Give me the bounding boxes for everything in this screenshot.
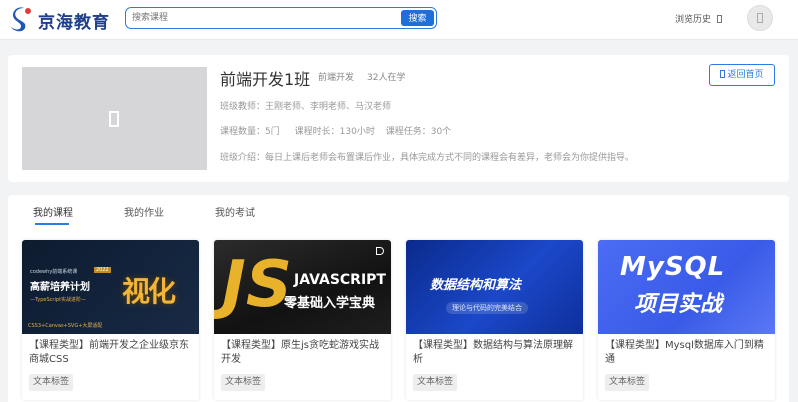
course-card[interactable]: codewhy前端系统课 2022 高薪培养计划 —TypeScript实战进阶… xyxy=(22,240,199,400)
thumb-text: codewhy前端系统课 xyxy=(30,269,78,275)
teachers-line: 班级教师：王刚老师、李明老师、马汉老师 xyxy=(220,99,391,112)
thumb-title: 零基础入学宝典 xyxy=(284,296,376,311)
class-info-card: 前端开发1班 前端开发 32人在学 班级教师：王刚老师、李明老师、马汉老师 课程… xyxy=(8,55,789,182)
course-thumbnail: JS JAVASCRIPT 零基础入学宝典 xyxy=(214,240,391,334)
search-input[interactable] xyxy=(132,10,392,26)
teachers-label: 班级教师： xyxy=(220,102,266,112)
course-card[interactable]: MySQL 项目实战 【课程类型】Mysql数据库入门到精通 文本标签 xyxy=(598,240,775,400)
thumb-subtitle: 项目实战 xyxy=(634,292,723,317)
course-card[interactable]: JS JAVASCRIPT 零基础入学宝典 【课程类型】原生js贪吃蛇游戏实战开… xyxy=(214,240,391,400)
thumb-footer: CSS3+Canvas+SVG+大屏适配 xyxy=(28,323,103,329)
top-header: 京海教育 搜索 浏览历史 xyxy=(0,0,798,40)
thumb-title: 数据结构和算法 xyxy=(430,278,522,293)
logo[interactable]: 京海教育 xyxy=(8,5,110,35)
thumb-big-text: 视化 xyxy=(122,275,176,308)
tasks-label: 课程任务： xyxy=(385,127,431,137)
thumb-title: 高薪培养计划 xyxy=(30,282,90,293)
thumb-text: JAVASCRIPT xyxy=(294,272,386,288)
back-home-label: 返回首页 xyxy=(727,70,764,80)
intro-value: 每日上课后老师会布置课后作业，具体完成方式不同的课程会有差异，老师会为你提供指导… xyxy=(265,153,635,163)
avatar[interactable] xyxy=(747,5,773,31)
tab-bar: 我的课程 我的作业 我的考试 xyxy=(8,195,789,225)
courses-value: 5门 xyxy=(265,127,280,137)
content-panel: 我的课程 我的作业 我的考试 codewhy前端系统课 2022 高薪培养计划 … xyxy=(8,195,789,402)
student-count: 32人在学 xyxy=(367,73,406,83)
back-home-button[interactable]: 返回首页 xyxy=(709,64,775,86)
class-cover-image xyxy=(22,67,207,170)
tasks-value: 30个 xyxy=(430,127,452,137)
course-tag: 文本标签 xyxy=(221,374,266,391)
logo-mark-icon xyxy=(376,247,384,255)
course-name[interactable]: 【课程类型】前端开发之企业级京东商城CSS xyxy=(29,339,194,367)
course-thumbnail: MySQL 项目实战 xyxy=(598,240,775,334)
course-name[interactable]: 【课程类型】原生js贪吃蛇游戏实战开发 xyxy=(221,339,386,367)
intro-label: 班级介绍： xyxy=(220,153,266,163)
logo-text: 京海教育 xyxy=(38,12,110,33)
course-card[interactable]: 数据结构和算法 理论与代码的完美结合 【课程类型】数据结构与算法原理解析 文本标… xyxy=(406,240,583,400)
search-bar: 搜索 xyxy=(125,7,437,29)
thumb-title: MySQL xyxy=(620,252,726,282)
logo-icon xyxy=(11,7,31,32)
course-name[interactable]: 【课程类型】Mysql数据库入门到精通 xyxy=(605,339,770,367)
tab-my-homework[interactable]: 我的作业 xyxy=(124,204,164,219)
thumb-big-text: JS xyxy=(222,248,292,322)
course-tag: 文本标签 xyxy=(29,374,74,391)
search-button[interactable]: 搜索 xyxy=(401,10,434,26)
thumb-subtitle: —TypeScript实战进阶— xyxy=(30,297,86,303)
class-title: 前端开发1班 xyxy=(220,70,311,89)
courses-label: 课程数量： xyxy=(220,127,266,137)
intro-line: 班级介绍：每日上课后老师会布置课后作业，具体完成方式不同的课程会有差异，老师会为… xyxy=(220,150,634,163)
history-label: 浏览历史 xyxy=(675,15,712,25)
avatar-placeholder-icon xyxy=(757,13,763,23)
thumb-badge: 2022 xyxy=(94,267,111,273)
tab-my-courses[interactable]: 我的课程 xyxy=(33,204,73,219)
duration-label: 课程时长： xyxy=(294,127,340,137)
class-category: 前端开发 xyxy=(318,73,355,83)
image-placeholder-icon xyxy=(109,111,119,127)
course-thumbnail: 数据结构和算法 理论与代码的完美结合 xyxy=(406,240,583,334)
thumb-subtitle: 理论与代码的完美结合 xyxy=(446,302,528,314)
active-tab-indicator xyxy=(35,223,69,225)
course-thumbnail: codewhy前端系统课 2022 高薪培养计划 —TypeScript实战进阶… xyxy=(22,240,199,334)
browse-history-link[interactable]: 浏览历史 xyxy=(675,12,722,25)
course-tag: 文本标签 xyxy=(413,374,458,391)
teachers-value: 王刚老师、李明老师、马汉老师 xyxy=(265,102,392,112)
tab-my-exams[interactable]: 我的考试 xyxy=(215,204,255,219)
course-stats-line: 课程数量：5门 课程时长：130小时 课程任务：30个 xyxy=(220,124,451,137)
course-name[interactable]: 【课程类型】数据结构与算法原理解析 xyxy=(413,339,578,367)
box-icon xyxy=(716,15,722,23)
box-icon xyxy=(720,70,726,78)
course-tag: 文本标签 xyxy=(605,374,650,391)
duration-value: 130小时 xyxy=(339,127,375,137)
